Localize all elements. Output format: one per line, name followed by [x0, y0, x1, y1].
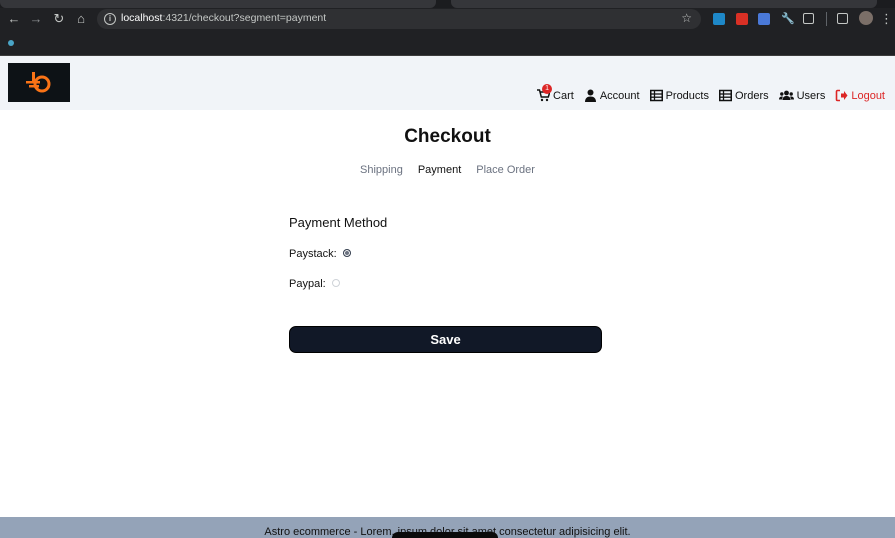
site-header: 1 Cart Account Products Orders Users Log… — [0, 56, 895, 110]
site-footer: Astro ecommerce - Lorem, ipsum dolor sit… — [0, 517, 895, 538]
logout-icon — [835, 89, 848, 102]
translate-extension-icon[interactable] — [758, 13, 770, 25]
user-icon — [584, 89, 597, 102]
page-title: Checkout — [404, 126, 491, 147]
nav-users-label: Users — [796, 89, 826, 102]
browser-tab[interactable] — [451, 0, 877, 8]
wrench-extension-icon[interactable]: 🔧 — [781, 13, 795, 25]
nav-logout[interactable]: Logout — [835, 89, 885, 102]
side-panel-icon[interactable] — [837, 13, 848, 24]
bookmark-icon[interactable] — [8, 40, 14, 46]
nav-logout-label: Logout — [851, 89, 885, 102]
paypal-label: Paypal: — [289, 278, 326, 290]
extension-icon[interactable] — [736, 13, 748, 25]
bookmark-star-icon[interactable]: ☆ — [681, 11, 692, 25]
url-text[interactable]: localhost:4321/checkout?segment=payment — [121, 12, 326, 24]
nav-account-label: Account — [599, 89, 640, 102]
checkout-steps: Shipping Payment Place Order — [0, 164, 895, 176]
users-icon — [778, 89, 794, 102]
nav-products[interactable]: Products — [649, 89, 709, 102]
address-bar[interactable]: i localhost:4321/checkout?segment=paymen… — [97, 9, 701, 29]
paypal-radio[interactable] — [332, 279, 340, 287]
menu-kebab-icon[interactable]: ⋮ — [880, 11, 893, 27]
nav-cart-label: Cart — [553, 89, 574, 102]
nav-account[interactable]: Account — [584, 89, 640, 102]
extensions-puzzle-icon[interactable] — [803, 13, 814, 24]
toolbar-divider — [826, 12, 827, 26]
save-button[interactable]: Save — [289, 326, 602, 353]
browser-tab[interactable] — [0, 0, 436, 8]
nav-cart[interactable]: 1 Cart — [537, 84, 574, 102]
profile-avatar[interactable] — [859, 11, 873, 25]
forward-icon[interactable]: → — [28, 11, 44, 27]
paystack-label: Paystack: — [289, 248, 337, 260]
back-icon[interactable]: ← — [6, 11, 22, 27]
paystack-radio[interactable] — [343, 249, 351, 257]
step-place-order[interactable]: Place Order — [476, 164, 535, 176]
home-icon[interactable]: ⌂ — [73, 11, 89, 27]
main-nav: 1 Cart Account Products Orders Users Log… — [537, 84, 885, 102]
table-icon — [718, 89, 732, 102]
url-host: localhost — [121, 12, 163, 24]
nav-users[interactable]: Users — [778, 89, 826, 102]
nav-products-label: Products — [665, 89, 709, 102]
nav-orders-label: Orders — [734, 89, 769, 102]
tab-strip — [0, 0, 895, 8]
step-shipping[interactable]: Shipping — [360, 164, 403, 176]
browser-toolbar: ← → ↻ ⌂ i localhost:4321/checkout?segmen… — [0, 0, 895, 37]
overlay-pill — [392, 532, 498, 538]
site-logo[interactable] — [8, 63, 70, 102]
nav-orders[interactable]: Orders — [718, 89, 769, 102]
logo-mark-icon — [26, 72, 51, 93]
reload-icon[interactable]: ↻ — [51, 11, 67, 27]
table-icon — [649, 89, 663, 102]
step-payment[interactable]: Payment — [418, 164, 461, 176]
url-path: :4321/checkout?segment=payment — [162, 12, 327, 24]
cart-count-badge: 1 — [542, 84, 553, 94]
payment-method-heading: Payment Method — [289, 215, 388, 230]
site-info-icon[interactable]: i — [104, 13, 116, 25]
extension-icon[interactable] — [713, 13, 725, 25]
cart-icon: 1 — [537, 84, 553, 102]
bookmarks-bar — [0, 37, 895, 56]
